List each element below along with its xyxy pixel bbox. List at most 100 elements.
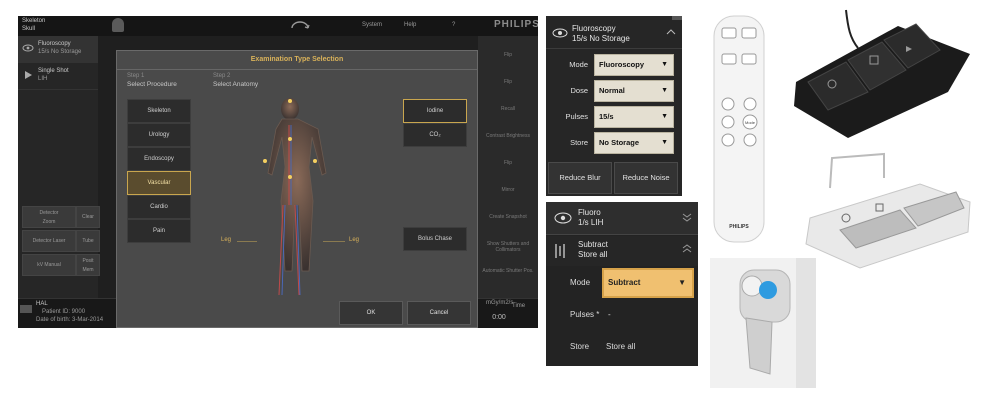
philips-logo: PHILIPS (494, 19, 538, 30)
chevron-up-icon[interactable] (666, 28, 676, 36)
dropdown-arrow-icon: ▼ (661, 139, 668, 146)
setting-label: Pulses (565, 112, 588, 121)
eye-icon (22, 44, 34, 52)
subtract-waves-icon (555, 244, 565, 258)
dropdown-arrow-icon: ▼ (678, 278, 686, 287)
procedure-button[interactable]: Skeleton (127, 99, 191, 123)
fluoro-header[interactable]: Fluoroscopy 15/s No Storage (546, 16, 682, 49)
setting-dropdown[interactable]: 15/s ▼ (594, 106, 674, 128)
procedure-button[interactable]: Endoscopy (127, 147, 191, 171)
procedure-button[interactable]: Cardio (127, 195, 191, 219)
contrast-agent-button[interactable]: Iodine (403, 99, 467, 123)
console-screen: Skeleton Skull System Help ? PHILIPS Flu… (18, 16, 538, 328)
mode2-sub: LIH (38, 76, 48, 82)
setting-dropdown[interactable]: Fluoroscopy ▼ (594, 54, 674, 76)
reduce-noise-button[interactable]: Reduce Noise (614, 162, 678, 194)
fluoro-collapsed-header[interactable]: Fluoro 1/s LIH (546, 202, 698, 235)
system-menu[interactable]: System (362, 22, 382, 28)
top-bar: Skeleton Skull System Help ? PHILIPS (18, 16, 538, 36)
setting-value: 15/s (599, 112, 614, 121)
setting-dropdown[interactable]: Normal ▼ (594, 80, 674, 102)
reduce-blur-button[interactable]: Reduce Blur (548, 162, 612, 194)
detector-laser-button[interactable]: Detector Laser (22, 230, 76, 252)
position-memory-button[interactable]: Posit Mem (76, 254, 100, 276)
right-panel-button[interactable]: Flip (480, 160, 536, 166)
right-panel-button[interactable]: Automatic Shutter Pos. (480, 268, 536, 274)
setting-value: Fluoroscopy (599, 60, 645, 69)
anatomy-thumbnail-icon (112, 18, 124, 32)
bottom-value: 0:00 (492, 314, 506, 321)
setting-dropdown[interactable]: No Storage ▼ (594, 132, 674, 154)
setting-value: No Storage (599, 138, 640, 147)
play-icon (25, 71, 32, 79)
help-menu[interactable]: Help (404, 22, 416, 28)
dropdown-arrow-icon: ▼ (661, 113, 668, 120)
step2-sub: Select Anatomy (213, 81, 259, 88)
step1-sub: Select Procedure (127, 81, 177, 88)
right-panel-button[interactable]: Recall (480, 106, 536, 112)
position-l1: Posit (82, 258, 94, 264)
mode1-title: Fluoroscopy (38, 41, 71, 47)
leg-right-label[interactable]: Leg (349, 237, 359, 243)
mode2-title: Single Shot (38, 68, 69, 74)
chevron-up-icon[interactable] (682, 244, 692, 254)
svg-text:Mode: Mode (745, 120, 756, 125)
ok-button[interactable]: OK (339, 301, 403, 325)
mode-single-shot[interactable]: Single Shot LIH (18, 63, 98, 90)
step2-label: Step 2 (213, 73, 231, 79)
step1-label: Step 1 (127, 73, 145, 79)
subtract-title: Subtract (578, 240, 608, 249)
right-panel-button[interactable]: Show Shutters and Collimators (480, 241, 536, 253)
tube-button[interactable]: Tube (76, 230, 100, 252)
mode1-sub: 15/s No Storage (38, 49, 82, 55)
dropdown-arrow-icon: ▼ (661, 87, 668, 94)
question-button[interactable]: ? (452, 22, 455, 28)
rotate-icon[interactable] (288, 18, 312, 34)
philips-badge-icon (20, 305, 32, 313)
procedure-button[interactable]: Pain (127, 219, 191, 243)
mode-fluoroscopy[interactable]: Fluoroscopy 15/s No Storage (18, 36, 98, 63)
right-panel-button[interactable]: Mirror (480, 187, 536, 193)
store-label: Store (570, 342, 590, 351)
patient-name: HAL (36, 301, 48, 307)
exam-type-dialog: Examination Type Selection Step 1 Select… (116, 50, 478, 328)
fluoro-settings-panel: Fluoroscopy 15/s No Storage Mode Fluorosc… (546, 16, 682, 196)
pulses-value: - (608, 310, 611, 319)
pulses-label: Pulses * (570, 310, 600, 319)
right-panel-button[interactable]: Create Snapshot (480, 214, 536, 220)
anatomy-figure[interactable] (235, 95, 345, 305)
contrast-agent-button[interactable]: CO₂ (403, 123, 467, 147)
mode-dropdown[interactable]: Subtract ▼ (602, 268, 694, 298)
leg-left-label[interactable]: Leg (221, 237, 231, 243)
patient-dob: Date of birth: 3-Mar-2014 (36, 317, 104, 323)
status-anatomy: Skull (22, 26, 36, 32)
subtract-sub: Store all (578, 250, 608, 259)
right-panel-button[interactable]: Contrast Brightness (480, 133, 536, 139)
dose-rate-header: mGy/m2/s (486, 300, 514, 306)
subtract-header[interactable]: Subtract Store all (546, 236, 698, 266)
store-value: Store all (606, 342, 636, 351)
right-panel-button[interactable]: Flip (480, 52, 536, 58)
cancel-button[interactable]: Cancel (407, 301, 471, 325)
dropdown-arrow-icon: ▼ (661, 61, 668, 68)
detector-zoom-l1: Detector (39, 210, 59, 216)
svg-text:PHILIPS: PHILIPS (729, 224, 749, 230)
fluoro-collapsed-sub: 1/s LIH (578, 218, 604, 227)
kv-manual-button[interactable]: kV Manual (22, 254, 76, 276)
footswitch-white-photo (805, 152, 971, 269)
fluoro-header-sub: 15/s No Storage (572, 34, 630, 43)
subtract-settings-panel: Fluoro 1/s LIH Subtract Store all Mode S… (546, 202, 698, 366)
status-procedure: Skeleton (22, 18, 46, 24)
procedure-button[interactable]: Vascular (127, 171, 191, 195)
handswitch-photo (710, 258, 816, 388)
right-panel-button[interactable]: Flip (480, 79, 536, 85)
leg-left-line (237, 241, 257, 242)
bolus-chase-button[interactable]: Bolus Chase (403, 227, 467, 251)
eye-icon (554, 212, 572, 224)
chevron-down-icon[interactable] (682, 212, 692, 222)
procedure-button[interactable]: Urology (127, 123, 191, 147)
detector-zoom-button[interactable]: Detector Zoom (22, 206, 76, 228)
clear-button[interactable]: Clear (76, 206, 100, 228)
footswitch-three-pedal-photo (794, 9, 970, 138)
fluoro-header-title: Fluoroscopy (572, 24, 616, 33)
